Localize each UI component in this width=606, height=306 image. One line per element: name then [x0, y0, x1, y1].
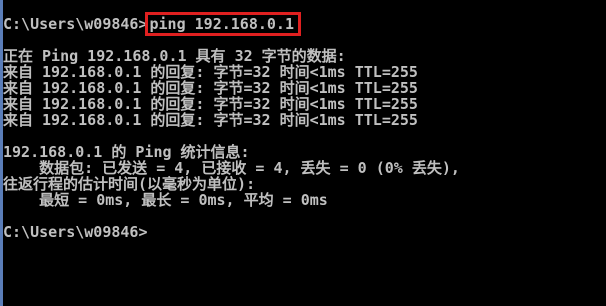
prompt-line: C:\Users\w09846> ping 192.168.0.1	[3, 12, 606, 36]
rtt-values-line: 最短 = 0ms, 最长 = 0ms, 平均 = 0ms	[3, 191, 328, 209]
highlighted-command: ping 192.168.0.1	[144, 12, 301, 36]
reply-line: 来自 192.168.0.1 的回复: 字节=32 时间<1ms TTL=255	[3, 79, 418, 97]
window-left-edge	[0, 0, 3, 306]
rtt-header-line: 往返行程的估计时间(以毫秒为单位):	[3, 175, 256, 193]
stats-header-line: 192.168.0.1 的 Ping 统计信息:	[3, 143, 250, 161]
prompt-text: C:\Users\w09846>	[3, 15, 148, 33]
ping-header-line: 正在 Ping 192.168.0.1 具有 32 字节的数据:	[3, 47, 346, 65]
command-text: ping 192.168.0.1	[149, 15, 295, 33]
final-prompt-text: C:\Users\w09846>	[3, 223, 148, 241]
command-prompt-window[interactable]: C:\Users\w09846> ping 192.168.0.1 正在 Ping…	[0, 0, 606, 306]
reply-line: 来自 192.168.0.1 的回复: 字节=32 时间<1ms TTL=255	[3, 63, 418, 81]
packets-line: 数据包: 已发送 = 4, 已接收 = 4, 丢失 = 0 (0% 丢失),	[3, 159, 460, 177]
reply-line: 来自 192.168.0.1 的回复: 字节=32 时间<1ms TTL=255	[3, 95, 418, 113]
reply-line: 来自 192.168.0.1 的回复: 字节=32 时间<1ms TTL=255	[3, 111, 418, 129]
final-prompt-line[interactable]: C:\Users\w09846>	[3, 224, 606, 240]
